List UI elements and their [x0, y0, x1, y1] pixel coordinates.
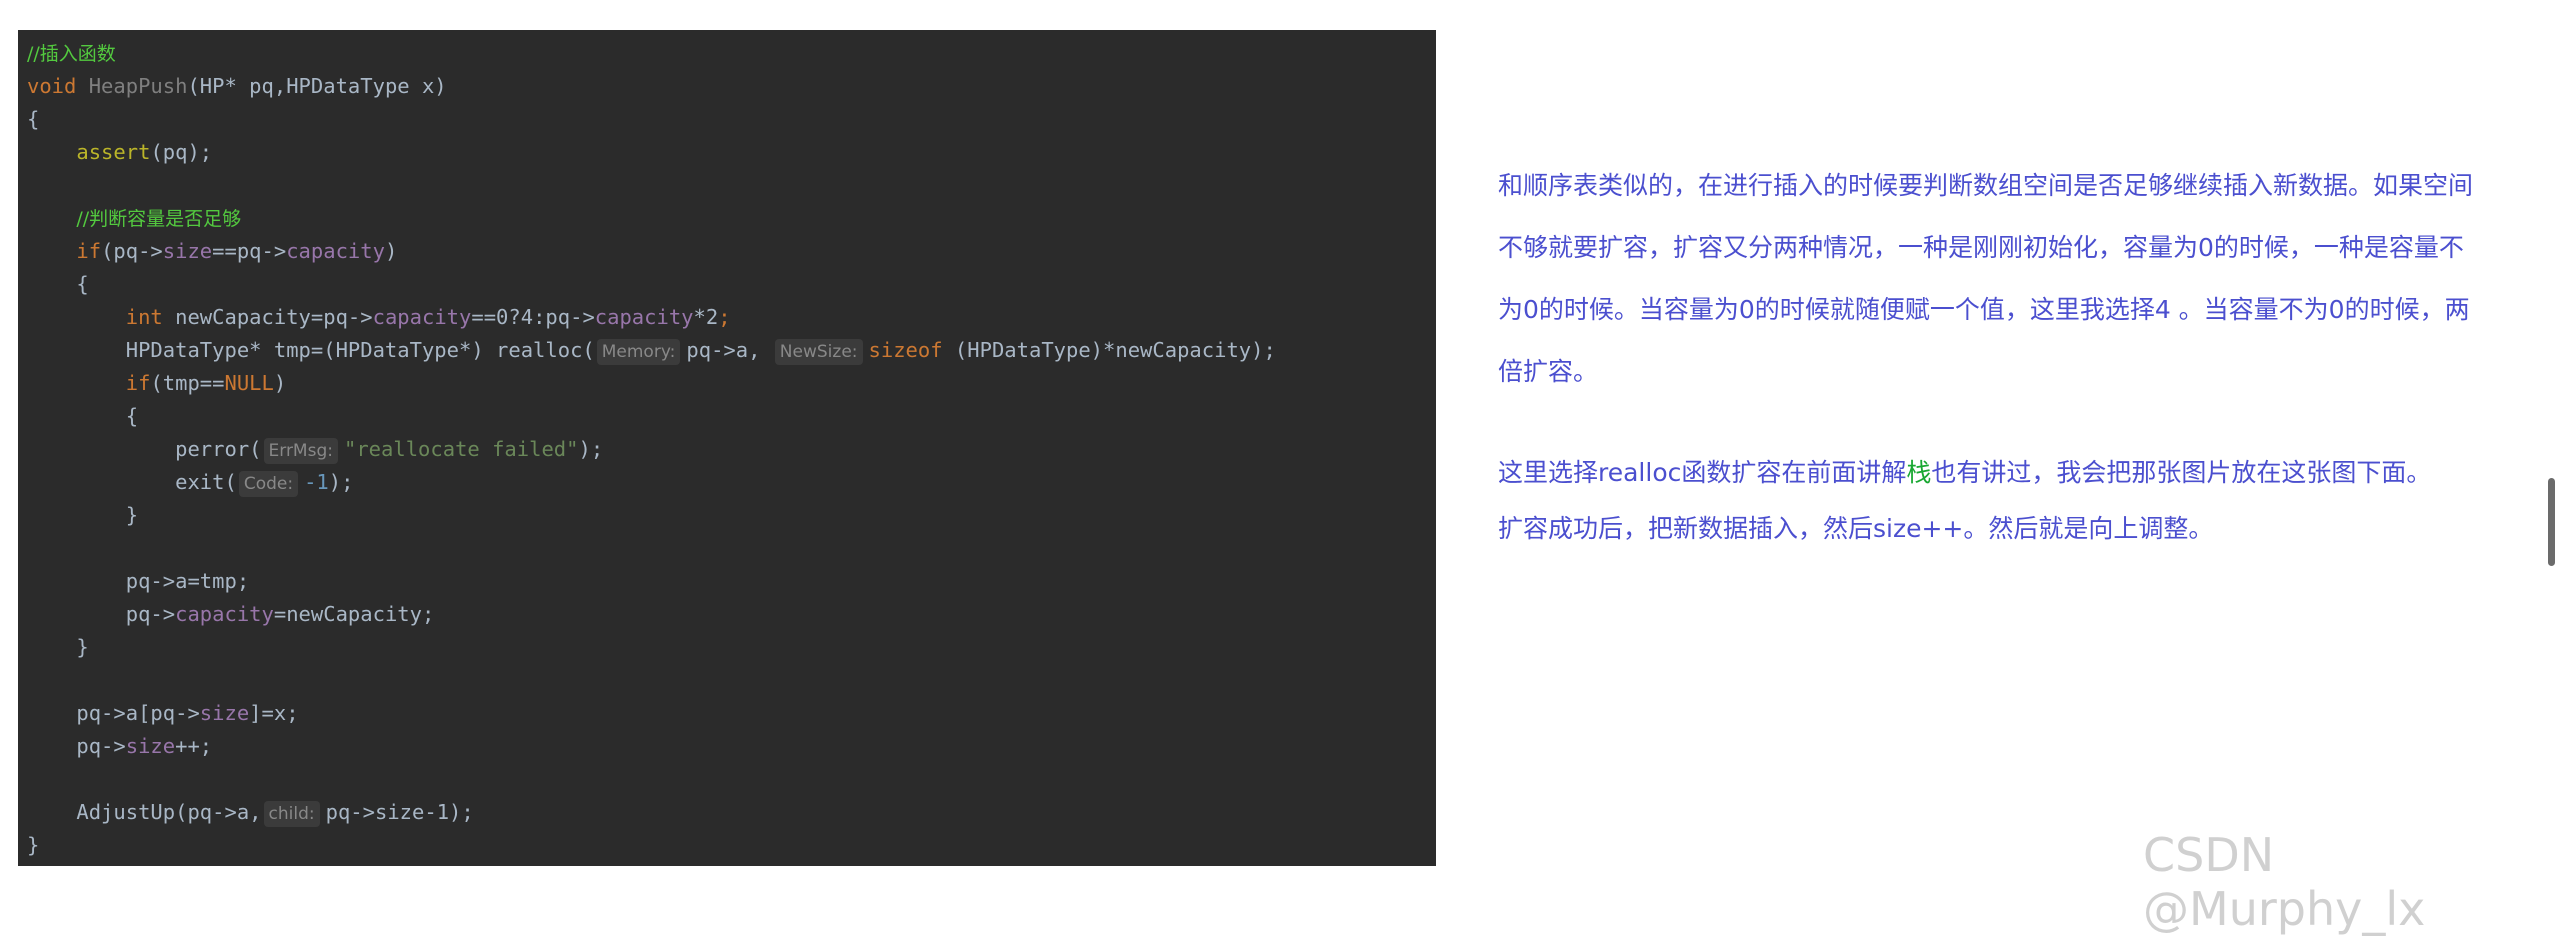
code-text: ) [384, 239, 398, 263]
stack-link[interactable]: 栈 [1906, 458, 1931, 487]
param-hint: Code: [238, 471, 299, 497]
code-field: capacity [594, 305, 694, 329]
code-line: } [27, 829, 1436, 862]
paragraph: 和顺序表类似的，在进行插入的时候要判断数组空间是否足够继续插入新数据。如果空间不… [1498, 171, 2474, 386]
code-brace: { [27, 107, 40, 131]
code-field: size [125, 734, 176, 758]
code-line: } [27, 631, 1436, 664]
code-field: size [199, 701, 250, 725]
explanation-text: 和顺序表类似的，在进行插入的时候要判断数组空间是否足够继续插入新数据。如果空间不… [1498, 155, 2488, 557]
code-line: pq->a=tmp; [27, 565, 1436, 598]
code-brace: { [76, 272, 89, 296]
code-keyword: if [76, 239, 102, 263]
code-text: ) [273, 371, 287, 395]
code-keyword: sizeof [868, 338, 943, 362]
code-text: pq->a=tmp; [125, 569, 250, 593]
code-text: ); [328, 470, 354, 494]
code-line: int newCapacity=pq->capacity==0?4:pq->ca… [27, 301, 1436, 334]
param-hint: NewSize: [774, 339, 863, 365]
code-block: //插入函数 void HeapPush(HP* pq,HPDataType x… [18, 30, 1436, 866]
code-line: perror(ErrMsg: "reallocate failed"); [27, 433, 1436, 466]
code-line: void HeapPush(HP* pq,HPDataType x) [27, 70, 1436, 103]
code-brace: { [125, 404, 139, 428]
code-text: (pq-> [101, 239, 163, 263]
code-line: assert(pq); [27, 136, 1436, 169]
code-macro: NULL [224, 371, 274, 395]
code-call: assert [76, 140, 151, 164]
paragraph-text: 也有讲过，我会把那张图片放在这张图下面。 [1931, 458, 2432, 487]
code-brace: } [76, 635, 89, 659]
code-text: ]=x; [249, 701, 299, 725]
code-line: if(pq->size==pq->capacity) [27, 235, 1436, 268]
code-text: pq->a[pq-> [76, 701, 200, 725]
code-call: exit( [175, 470, 237, 494]
code-text: (tmp== [150, 371, 225, 395]
paragraph: 这里选择realloc函数扩容在前面讲解栈也有讲过，我会把那张图片放在这张图下面… [1498, 445, 2488, 501]
code-text: HPDataType* tmp=(HPDataType*) realloc( [125, 338, 595, 362]
param-hint: child: [263, 801, 320, 827]
code-text: pq-> [76, 734, 126, 758]
code-field: size [162, 239, 213, 263]
code-text: pq-> [125, 602, 176, 626]
code-line: { [27, 103, 1436, 136]
code-line: pq->size++; [27, 730, 1436, 763]
code-line: exit(Code: -1); [27, 466, 1436, 499]
code-line: //判断容量是否足够 [27, 202, 1436, 235]
code-text: ); [578, 437, 604, 461]
code-text: newCapacity=pq-> [162, 305, 373, 329]
code-params: (HP* pq,HPDataType x) [187, 74, 447, 98]
code-keyword: if [125, 371, 151, 395]
paragraph: 扩容成功后，把新数据插入，然后size++。然后就是向上调整。 [1498, 514, 2214, 543]
code-keyword: int [125, 305, 163, 329]
code-keyword: void [27, 74, 77, 98]
code-text: pq->size-1); [325, 800, 474, 824]
code-number: -1 [304, 470, 329, 494]
code-semicolon: ; [718, 305, 731, 329]
code-field: capacity [372, 305, 472, 329]
code-comment: //插入函数 [27, 43, 116, 65]
param-hint: Memory: [596, 339, 681, 365]
code-function-name: HeapPush [88, 74, 188, 98]
code-args: (pq); [150, 140, 213, 164]
code-comment: //判断容量是否足够 [76, 208, 242, 230]
code-field: capacity [175, 602, 274, 626]
code-text: =newCapacity; [273, 602, 435, 626]
paragraph-text: 这里选择realloc函数扩容在前面讲解 [1498, 458, 1907, 487]
code-line: pq->capacity=newCapacity; [27, 598, 1436, 631]
code-text: ++; [175, 734, 213, 758]
watermark: CSDN @Murphy_lx [2143, 828, 2426, 936]
code-field: capacity [286, 239, 385, 263]
code-call: AdjustUp(pq->a, [76, 800, 262, 824]
code-string: "reallocate failed" [343, 437, 579, 461]
code-line: if(tmp==NULL) [27, 367, 1436, 400]
code-line: } [27, 499, 1436, 532]
param-hint: ErrMsg: [263, 438, 338, 464]
code-text: *2 [693, 305, 719, 329]
code-line: AdjustUp(pq->a, child: pq->size-1); [27, 796, 1436, 829]
code-line: { [27, 268, 1436, 301]
code-line: HPDataType* tmp=(HPDataType*) realloc(Me… [27, 334, 1436, 367]
code-line: { [27, 400, 1436, 433]
scrollbar[interactable] [2548, 478, 2555, 566]
code-text: ==pq-> [212, 239, 287, 263]
code-call: perror( [175, 437, 262, 461]
code-line: pq->a[pq->size]=x; [27, 697, 1436, 730]
code-line: //插入函数 [27, 37, 1436, 70]
code-brace: } [27, 833, 40, 857]
code-brace: } [125, 503, 139, 527]
code-text: pq->a, [686, 338, 761, 362]
code-text: ==0?4:pq-> [471, 305, 595, 329]
code-text: (HPDataType)*newCapacity); [942, 338, 1276, 362]
